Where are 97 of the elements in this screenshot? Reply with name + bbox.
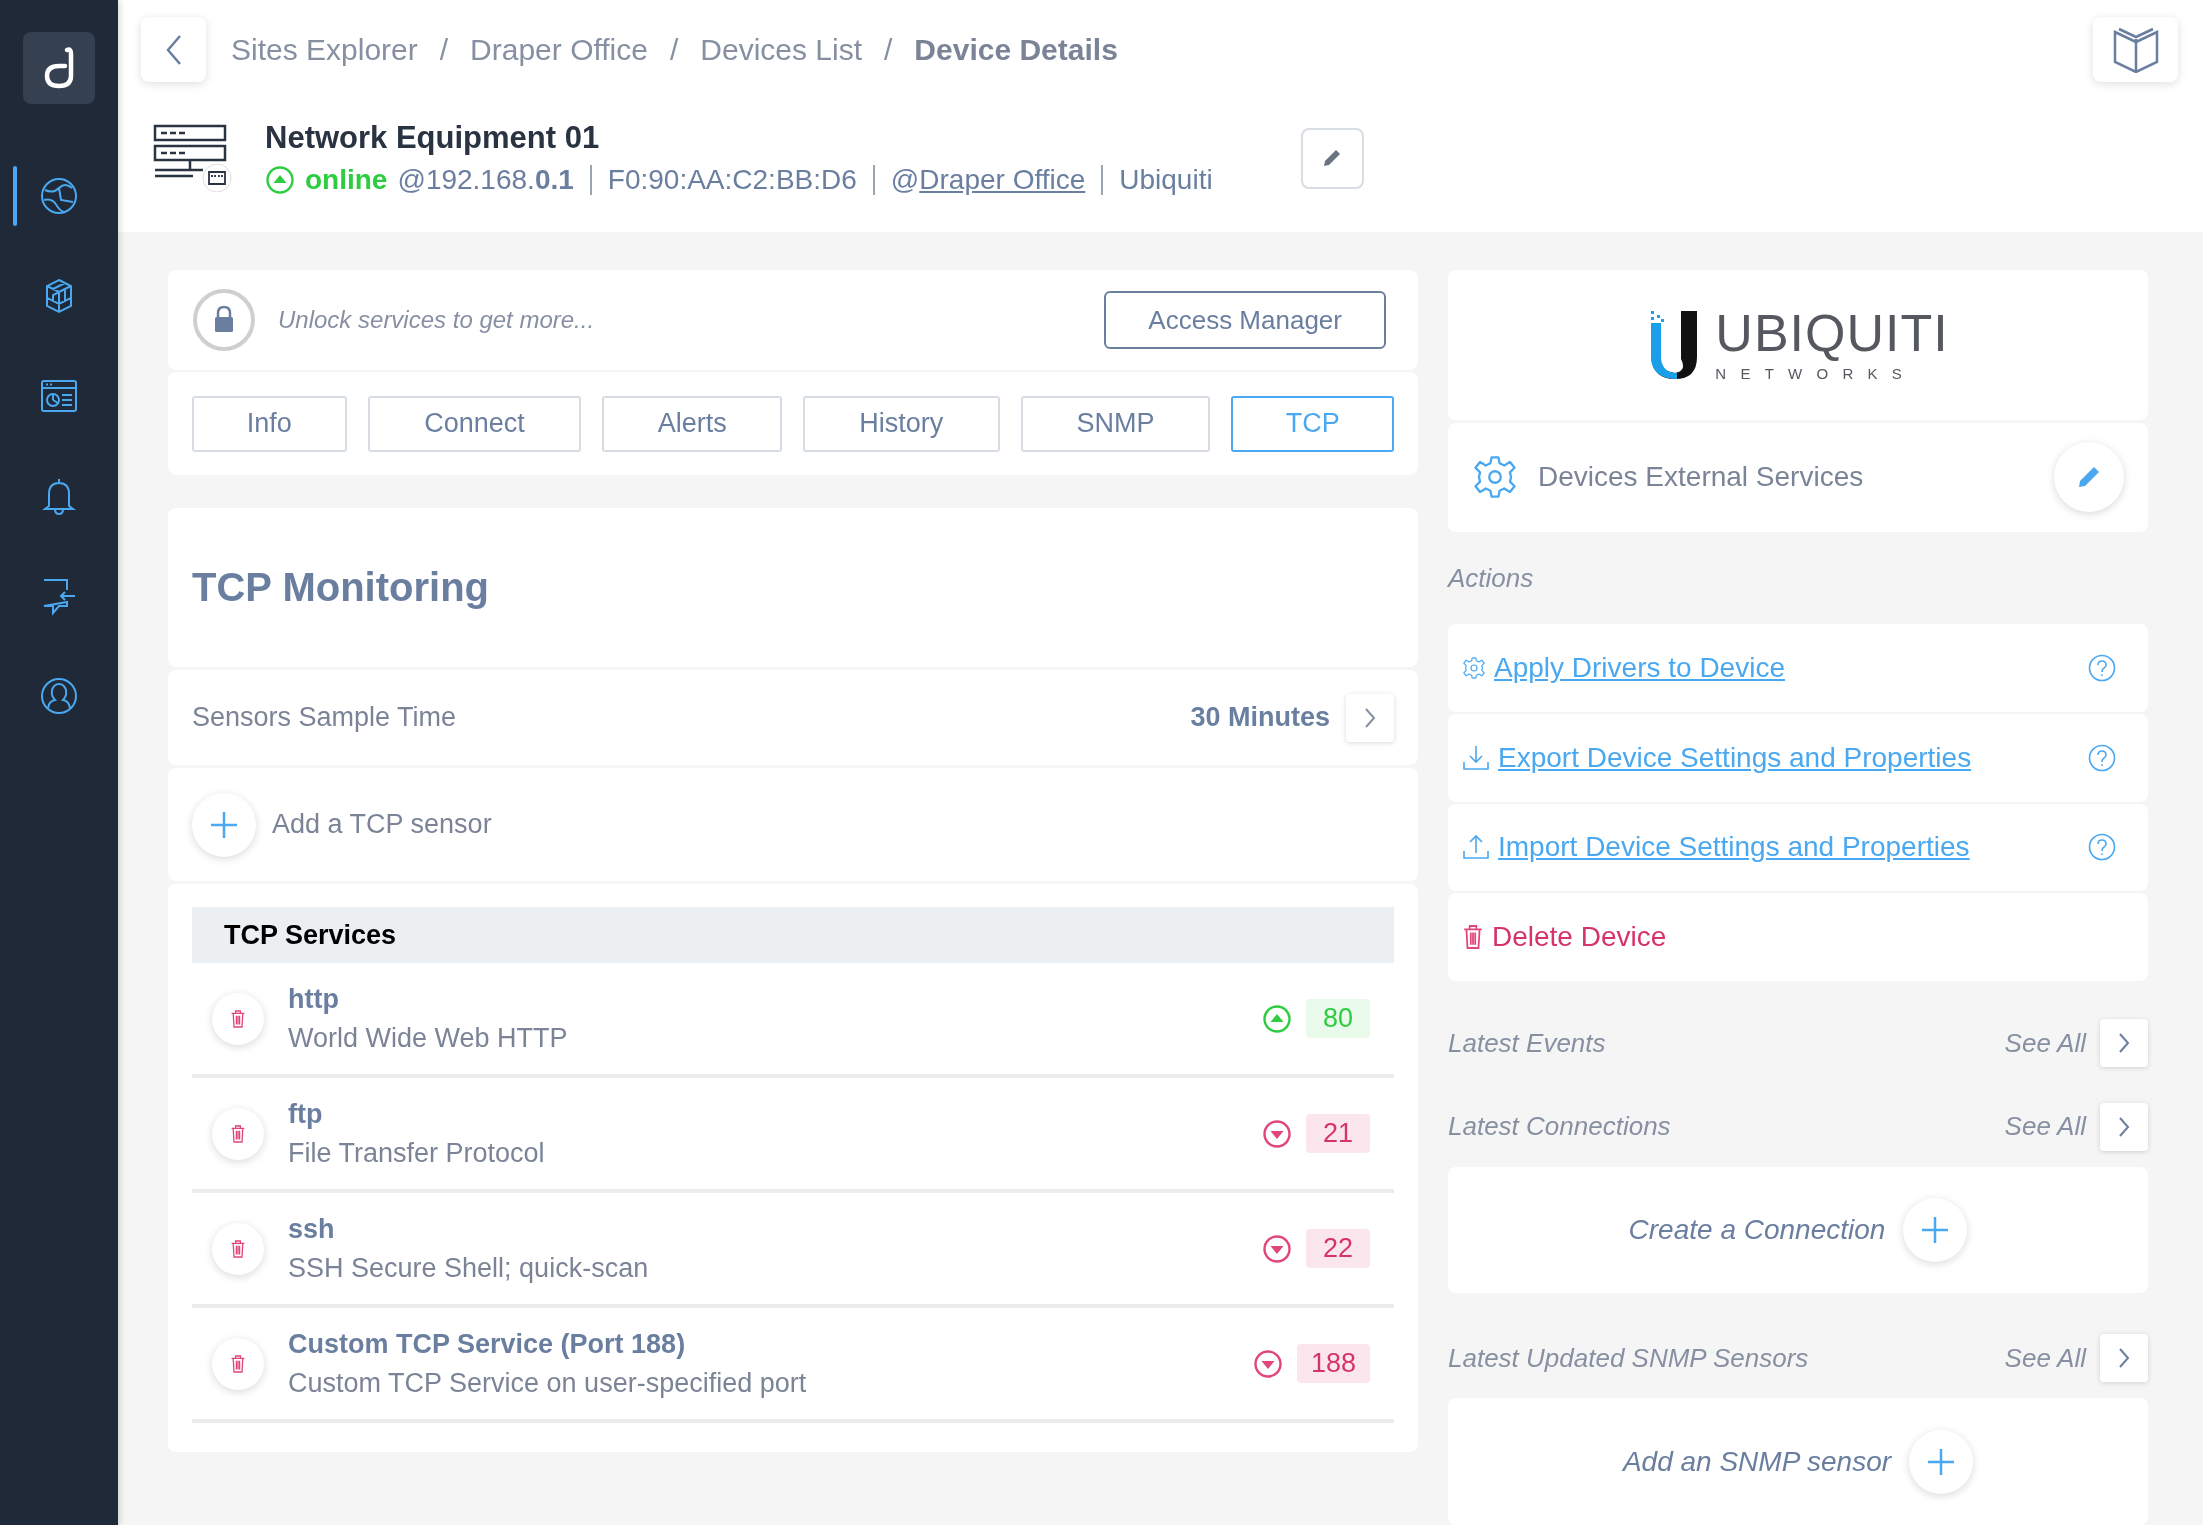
breadcrumb-item[interactable]: Devices List: [700, 32, 862, 67]
tab[interactable]: SNMP: [1020, 395, 1211, 452]
plus-icon: [1920, 1215, 1951, 1246]
service-name: http: [288, 983, 340, 1015]
action-link[interactable]: Apply Drivers to Device: [1494, 651, 2080, 684]
upload-icon: [1462, 833, 1490, 862]
empty-action-text: Create a Connection: [1628, 1214, 1886, 1247]
help-icon[interactable]: [2088, 743, 2116, 772]
vendor-logo-tagline: NETWORKS: [1715, 365, 1917, 383]
server-icon: [153, 124, 233, 192]
sample-time-label: Sensors Sample Time: [192, 702, 457, 733]
trash-icon: [230, 1238, 246, 1259]
empty-action-text: Add an SNMP sensor: [1622, 1445, 1892, 1478]
delete-button[interactable]: [212, 1107, 264, 1160]
delete-button[interactable]: [212, 992, 264, 1045]
tab[interactable]: Info: [192, 395, 347, 452]
trash-icon: [1462, 923, 1484, 952]
edit-button[interactable]: [1300, 127, 1364, 189]
service-description: File Transfer Protocol: [288, 1137, 546, 1169]
status-text: online: [305, 164, 388, 196]
trash-icon: [230, 1008, 246, 1029]
chevron-right-icon: [1363, 706, 1377, 729]
service-name: ftp: [288, 1098, 324, 1130]
port-badge: 21: [1306, 1114, 1370, 1153]
port-badge: 22: [1306, 1229, 1370, 1268]
tab[interactable]: History: [803, 395, 1000, 452]
breadcrumb-separator: /: [884, 32, 893, 67]
delete-button[interactable]: [212, 1222, 264, 1275]
chevron-left-icon: [164, 33, 183, 66]
add-button[interactable]: [1909, 1429, 1974, 1494]
download-icon: [1462, 743, 1490, 772]
plus-icon: [209, 809, 239, 840]
chevron-right-icon: [2117, 1032, 2131, 1055]
actions-title: Actions: [1448, 562, 1534, 594]
breadcrumb-separator: /: [439, 32, 449, 67]
delete-button[interactable]: [212, 1337, 264, 1390]
section-heading: TCP Monitoring: [168, 508, 1418, 667]
delete-device-link[interactable]: Delete Device: [1492, 921, 2116, 954]
device-title: Network Equipment 01: [265, 120, 601, 156]
breadcrumb-item[interactable]: Draper Office: [470, 32, 648, 67]
mac-address: F0:90:AA:C2:BB:D6: [607, 164, 857, 196]
add-button[interactable]: [192, 792, 256, 857]
plus-icon: [1926, 1446, 1957, 1477]
globe-icon: [39, 176, 79, 216]
chevron-right-icon: [2117, 1347, 2131, 1370]
service-description: World Wide Web HTTP: [288, 1022, 569, 1054]
service-description: Custom TCP Service on user-specified port: [288, 1367, 808, 1399]
book-icon: [2112, 26, 2159, 73]
section-title: Latest Events: [1448, 1027, 1607, 1059]
vendor-logo-name: UBIQUITI: [1715, 307, 1949, 360]
site-link[interactable]: Draper Office: [919, 164, 1086, 196]
gear-icon: [1462, 655, 1486, 680]
see-all-link[interactable]: See All: [2004, 1027, 2086, 1059]
breadcrumb-item[interactable]: Sites Explorer: [231, 32, 418, 67]
next-button[interactable]: [2100, 1102, 2148, 1151]
services-header: TCP Services: [192, 907, 1394, 963]
vendor-text: Ubiquiti: [1119, 164, 1213, 196]
help-icon[interactable]: [2088, 833, 2116, 862]
port-badge: 80: [1306, 999, 1370, 1038]
next-button[interactable]: [2100, 1019, 2148, 1068]
trash-icon: [230, 1353, 246, 1374]
sample-time-value: 30 Minutes: [1190, 702, 1330, 733]
tab[interactable]: TCP: [1231, 395, 1394, 452]
section-title: Latest Updated SNMP Sensors: [1448, 1342, 1810, 1374]
lock-icon: [192, 288, 256, 352]
service-name: Custom TCP Service (Port 188): [288, 1328, 687, 1360]
gear-icon: [1472, 454, 1518, 501]
ip-address: @192.168.0.1: [397, 164, 574, 196]
site-prefix: @: [890, 164, 920, 196]
tab[interactable]: Alerts: [602, 395, 782, 452]
tab[interactable]: Connect: [367, 395, 582, 452]
access-manager-button[interactable]: Access Manager: [1104, 291, 1386, 349]
add-sensor-text[interactable]: Add a TCP sensor: [272, 809, 492, 840]
service-description: SSH Secure Shell; quick-scan: [288, 1252, 650, 1284]
port-badge: 188: [1296, 1344, 1370, 1383]
next-button[interactable]: [1346, 693, 1394, 742]
app-logo-icon[interactable]: [23, 32, 95, 104]
dashboard-icon: [39, 378, 79, 414]
service-name: ssh: [288, 1213, 336, 1245]
see-all-link[interactable]: See All: [2004, 1342, 2086, 1374]
see-all-link[interactable]: See All: [2004, 1111, 2086, 1143]
unlock-text: Unlock services to get more...: [278, 306, 596, 334]
action-link[interactable]: Export Device Settings and Properties: [1498, 741, 2080, 774]
trash-icon: [230, 1123, 246, 1144]
action-link[interactable]: Import Device Settings and Properties: [1498, 831, 2080, 864]
add-button[interactable]: [1903, 1198, 1968, 1263]
breadcrumb-separator: /: [669, 32, 679, 67]
external-services-label: Devices External Services: [1538, 461, 1864, 494]
back-button[interactable]: [141, 17, 206, 82]
help-icon[interactable]: [2088, 653, 2116, 682]
user-icon: [39, 676, 79, 716]
breadcrumb-item: Device Details: [914, 32, 1118, 67]
edit-button[interactable]: [2054, 442, 2124, 513]
book-button[interactable]: [2093, 17, 2178, 82]
section-title: Latest Connections: [1448, 1111, 1672, 1143]
next-button[interactable]: [2100, 1334, 2148, 1383]
chevron-right-icon: [2117, 1115, 2131, 1138]
